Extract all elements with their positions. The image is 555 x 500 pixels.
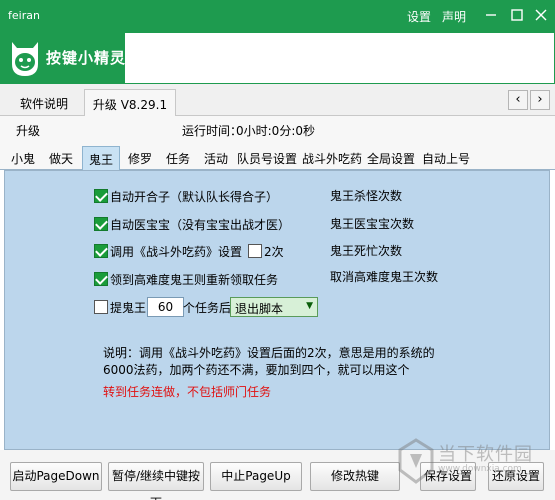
- statement-menu[interactable]: 声明: [442, 8, 466, 25]
- stat-death: 鬼王死忙次数: [330, 244, 403, 258]
- auto-heal-option[interactable]: 自动医宝宝（没有宝宝出战才医）: [94, 215, 290, 233]
- note-text: 说明：调用《战斗外吃药》设置后面的2次，意思是用的系统的6000法药，加两个药还…: [103, 346, 435, 377]
- tab-software-info[interactable]: 软件说明: [8, 89, 80, 116]
- tab-upgrade[interactable]: 升级 V8.29.1: [84, 89, 176, 116]
- auto-combine-label: 自动开合子（默认队长得合子）: [110, 189, 279, 204]
- hotkey-button[interactable]: 修改热键: [310, 462, 400, 491]
- use-medicine-label: 调用《战斗外吃药》设置: [110, 244, 243, 259]
- close-icon[interactable]: [532, 6, 550, 24]
- use-medicine-option[interactable]: 调用《战斗外吃药》设置 2次: [94, 242, 284, 260]
- banner-area: [125, 33, 554, 83]
- ghost-king-label: 提鬼王: [110, 300, 147, 315]
- tab-member-settings[interactable]: 队员号设置: [236, 146, 298, 170]
- task-count-input[interactable]: 60: [147, 297, 184, 317]
- after-tasks-label: 个任务后: [183, 301, 232, 315]
- settings-menu[interactable]: 设置: [407, 8, 431, 25]
- watermark-logo-icon: [398, 438, 434, 484]
- runtime-value: 0小时:0分:0秒: [236, 124, 315, 138]
- logo-text: 按键小精灵: [46, 49, 127, 67]
- start-button[interactable]: 启动PageDown: [10, 462, 102, 491]
- hard-mode-option[interactable]: 领到高难度鬼王则重新领取任务: [94, 270, 278, 288]
- auto-combine-option[interactable]: 自动开合子（默认队长得合子）: [94, 187, 278, 205]
- script-tab-bar: 小鬼 做天 鬼王 修罗 任务 活动 队员号设置 战斗外吃药 全局设置 自动上号: [0, 142, 555, 170]
- auto-heal-label: 自动医宝宝（没有宝宝出战才医）: [110, 217, 291, 232]
- tab-auto-login[interactable]: 自动上号: [420, 146, 472, 170]
- stat-kill: 鬼王杀怪次数: [330, 189, 403, 203]
- title-bar: feiran 设置 声明: [0, 0, 555, 32]
- tab-renwu[interactable]: 任务: [160, 146, 196, 170]
- ghost-king-option[interactable]: 提鬼王: [94, 298, 146, 316]
- medicine-times-label: 2次: [264, 244, 284, 259]
- hard-mode-checkbox[interactable]: [94, 272, 108, 286]
- window-title: feiran: [8, 9, 40, 22]
- logo-area: 按键小精灵: [0, 32, 555, 84]
- dropdown-arrow-icon: ▼: [306, 301, 313, 311]
- watermark: 当下软件园 www.downxia.com: [388, 436, 550, 492]
- app-logo-icon: [12, 42, 38, 76]
- tab-guiwang[interactable]: 鬼王: [82, 146, 120, 170]
- minimize-icon[interactable]: [482, 6, 500, 24]
- auto-combine-checkbox[interactable]: [94, 189, 108, 203]
- top-tab-bar: 软件说明 升级 V8.29.1 ‹ ›: [0, 84, 555, 116]
- ghost-king-checkbox[interactable]: [94, 300, 108, 314]
- guiwang-panel: 自动开合子（默认队长得合子） 自动医宝宝（没有宝宝出战才医） 调用《战斗外吃药》…: [4, 170, 550, 450]
- page-label: 升级: [16, 124, 41, 138]
- medicine-times-checkbox[interactable]: [248, 244, 263, 258]
- watermark-text: 当下软件园: [438, 444, 533, 465]
- stop-button[interactable]: 中止PageUp: [210, 462, 302, 491]
- use-medicine-checkbox[interactable]: [94, 244, 108, 258]
- after-tasks-value: 退出脚本: [235, 302, 284, 316]
- tab-medicine[interactable]: 战斗外吃药: [300, 146, 364, 170]
- tab-scroll-right-button[interactable]: ›: [530, 90, 550, 110]
- runtime-label: 运行时间：: [182, 124, 243, 138]
- note-red-text: 转到任务连做，不包括师门任务: [103, 385, 272, 399]
- tab-xiuluo[interactable]: 修罗: [122, 146, 158, 170]
- watermark-url: www.downxia.com: [438, 464, 522, 474]
- pause-button[interactable]: 暂停/继续中键按下: [108, 462, 204, 500]
- after-tasks-select[interactable]: 退出脚本 ▼: [230, 297, 318, 317]
- tab-scroll-left-button[interactable]: ‹: [508, 90, 528, 110]
- stat-cancel-hard: 取消高难度鬼王次数: [330, 270, 439, 284]
- tab-global-settings[interactable]: 全局设置: [366, 146, 416, 170]
- stat-heal: 鬼王医宝宝次数: [330, 217, 415, 231]
- tab-xiaogui[interactable]: 小鬼: [6, 146, 40, 170]
- info-row: 升级 运行时间： 0小时:0分:0秒: [0, 116, 555, 142]
- tab-huodong[interactable]: 活动: [198, 146, 234, 170]
- auto-heal-checkbox[interactable]: [94, 217, 108, 231]
- tab-zuotian[interactable]: 做天: [42, 146, 80, 170]
- hard-mode-label: 领到高难度鬼王则重新领取任务: [110, 272, 279, 287]
- maximize-icon[interactable]: [508, 6, 526, 24]
